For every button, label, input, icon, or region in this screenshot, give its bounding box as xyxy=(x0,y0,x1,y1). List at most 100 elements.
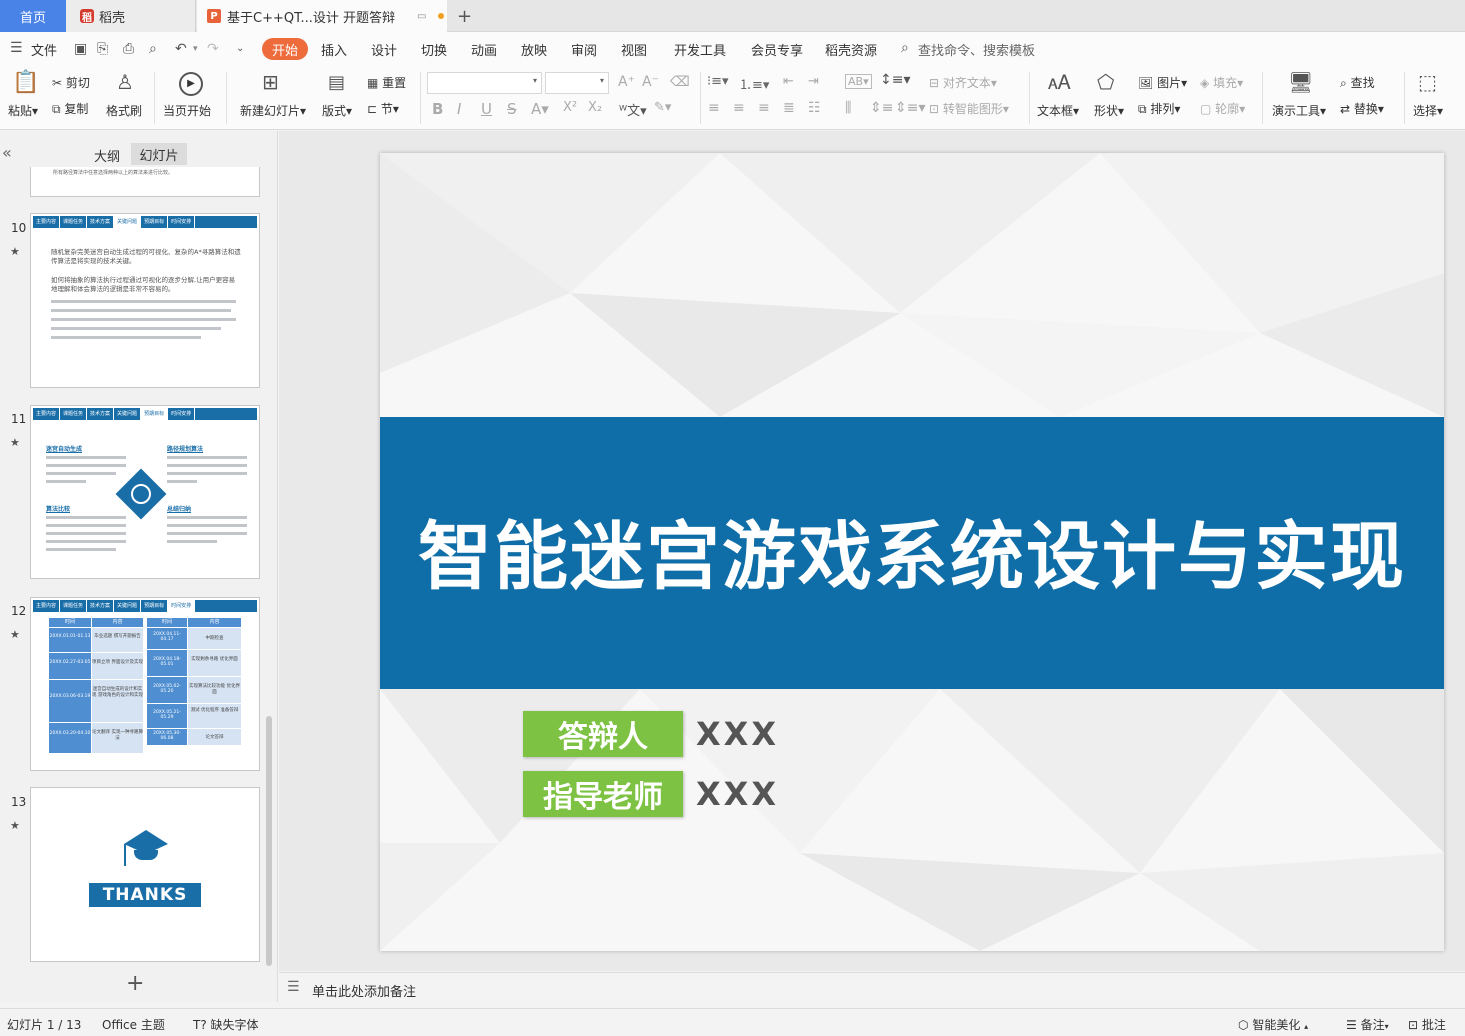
menu-file[interactable]: 文件 xyxy=(31,40,57,59)
tab-slides[interactable]: 幻灯片 xyxy=(131,143,187,165)
shape-icon[interactable]: ⬠ xyxy=(1097,70,1114,94)
decrease-indent-icon[interactable]: ⇤ xyxy=(783,74,794,89)
text-align-button[interactable]: ⊟ 对齐文本▾ xyxy=(929,74,997,91)
menu-view[interactable]: 视图 xyxy=(621,40,647,59)
copy-button[interactable]: ⧉ 复制 xyxy=(52,100,88,117)
increase-font-icon[interactable]: A⁺ xyxy=(618,74,635,90)
subscript-icon[interactable]: X₂ xyxy=(588,100,602,115)
outline-button[interactable]: ▢ 轮廓▾ xyxy=(1200,100,1245,117)
slide-thumb-11[interactable]: 主要内容 课题任务 技术方案 关键问题 预期目标 时间安排 迷宫自动生成 路径规划算法 算… xyxy=(30,405,260,579)
columns-icon[interactable]: ⫼ xyxy=(845,100,851,116)
tab-outline[interactable]: 大纲 xyxy=(94,146,120,165)
theme-name[interactable]: Office 主题 xyxy=(102,1016,165,1033)
play-current-button[interactable]: 当页开始 xyxy=(163,102,211,119)
font-color-icon[interactable]: A▾ xyxy=(531,100,549,118)
menu-review[interactable]: 审阅 xyxy=(571,40,597,59)
section-button[interactable]: ⊏ 节▾ xyxy=(367,100,399,117)
menu-transition[interactable]: 切换 xyxy=(421,40,447,59)
notes-placeholder[interactable]: 单击此处添加备注 xyxy=(312,981,416,1000)
arrange-button[interactable]: ⧉ 排列▾ xyxy=(1138,100,1180,117)
hamburger-icon[interactable]: ☰ xyxy=(10,40,23,56)
increase-indent-icon[interactable]: ⇥ xyxy=(808,74,819,89)
menu-member[interactable]: 会员专享 xyxy=(751,40,803,59)
replace-button[interactable]: ⇄ 替换▾ xyxy=(1340,100,1384,117)
export-icon[interactable]: ⎘ xyxy=(97,41,108,57)
menu-insert[interactable]: 插入 xyxy=(321,40,347,59)
slide-1[interactable]: 智能迷宫游戏系统设计与实现 答辩人 XXX 指导老师 XXX xyxy=(380,153,1444,951)
print-preview-icon[interactable]: ⌕ xyxy=(149,41,157,57)
paste-icon[interactable]: 📋 xyxy=(12,70,39,95)
font-size-select[interactable]: ▾ xyxy=(545,72,609,94)
numbering-icon[interactable]: ⒈≡▾ xyxy=(739,74,769,93)
paragraph-options-icon[interactable]: ⇕≡▾ xyxy=(895,100,926,116)
play-icon[interactable]: ▶ xyxy=(179,72,203,96)
strikethrough-icon[interactable]: S xyxy=(507,100,517,118)
layout-button[interactable]: 版式▾ xyxy=(322,102,352,119)
superscript-icon[interactable]: X² xyxy=(563,100,577,115)
line-spacing-icon[interactable]: ↕≡▾ xyxy=(880,72,911,88)
menu-docer-resources[interactable]: 稻壳资源 xyxy=(825,40,877,59)
monitor-icon[interactable]: ▭ xyxy=(417,11,426,22)
slide-thumb-13[interactable]: THANKS xyxy=(30,787,260,962)
print-icon[interactable]: ⎙ xyxy=(123,41,134,57)
cut-button[interactable]: ✂ 剪切 xyxy=(52,74,90,91)
menu-animation[interactable]: 动画 xyxy=(471,40,497,59)
align-right-icon[interactable]: ≡ xyxy=(758,100,770,116)
shape-button[interactable]: 形状▾ xyxy=(1094,102,1124,119)
bullets-icon[interactable]: ⁝≡▾ xyxy=(707,74,729,89)
align-center-icon[interactable]: ≡ xyxy=(733,100,745,116)
select-button[interactable]: 选择▾ xyxy=(1413,102,1443,119)
slide-thumb-12[interactable]: 主要内容 课题任务 技术方案 关键问题 预期目标 时间安排 时间 内容 20XX.01.0… xyxy=(30,597,260,771)
distribute-icon[interactable]: ☷ xyxy=(808,100,821,116)
comments-button[interactable]: ⊡ 批注 xyxy=(1408,1016,1446,1033)
slide-thumb-10[interactable]: 主要内容 课题任务 技术方案 关键问题 预期目标 时间安排 随机复杂完美迷宫自动生成过程的… xyxy=(30,213,260,388)
present-tools-button[interactable]: 演示工具▾ xyxy=(1272,102,1326,119)
panel-scrollbar[interactable] xyxy=(266,716,272,966)
tab-docer[interactable]: 稻 稻壳 xyxy=(66,0,196,32)
format-painter-icon[interactable]: ♙ xyxy=(116,70,134,94)
fill-button[interactable]: ◈ 填充▾ xyxy=(1200,74,1243,91)
bold-icon[interactable]: B xyxy=(432,100,443,118)
command-search[interactable]: 查找命令、搜索模板 xyxy=(918,40,1035,59)
customize-dropdown-icon[interactable]: ⌄ xyxy=(236,43,244,54)
decrease-font-icon[interactable]: A⁻ xyxy=(642,74,659,90)
find-button[interactable]: ⌕ 查找 xyxy=(1340,74,1375,91)
missing-fonts-button[interactable]: T? 缺失字体 xyxy=(193,1016,259,1033)
save-icon[interactable]: ▣ xyxy=(74,41,87,57)
phonetic-icon[interactable]: ᵂ文▾ xyxy=(619,100,647,119)
new-slide-button[interactable]: 新建幻灯片▾ xyxy=(240,102,306,119)
notes-toggle-button[interactable]: ☰ 备注▾ xyxy=(1346,1016,1389,1033)
notes-bar[interactable]: ☰ 单击此处添加备注 xyxy=(279,972,1465,1002)
paste-button[interactable]: 粘贴▾ xyxy=(8,102,38,119)
text-box-icon[interactable]: 🗚 xyxy=(1048,70,1071,94)
layout-icon[interactable]: ▤ xyxy=(328,72,345,93)
paragraph-spacing-icon[interactable]: ⇕≡ xyxy=(870,100,893,116)
presenter-name[interactable]: XXX xyxy=(696,715,779,753)
italic-icon[interactable]: I xyxy=(457,100,461,118)
new-tab-button[interactable]: + xyxy=(457,0,475,32)
beautify-button[interactable]: ⬡ 智能美化 ▴ xyxy=(1238,1016,1308,1033)
picture-button[interactable]: 🖼 图片▾ xyxy=(1138,74,1187,91)
font-name-select[interactable]: ▾ xyxy=(427,72,542,94)
text-direction-icon[interactable]: AB▾ xyxy=(845,74,872,89)
format-painter-button[interactable]: 格式刷 xyxy=(106,102,142,119)
collapse-panel-icon[interactable]: « xyxy=(2,143,12,162)
menu-start[interactable]: 开始 xyxy=(262,38,308,60)
highlight-icon[interactable]: ✎▾ xyxy=(654,100,671,115)
add-slide-button[interactable]: + xyxy=(126,971,144,996)
new-slide-icon[interactable]: ⊞ xyxy=(262,70,279,94)
undo-icon[interactable]: ↶ xyxy=(175,41,187,57)
menu-developer[interactable]: 开发工具 xyxy=(674,40,726,59)
clear-format-icon[interactable]: ⌫ xyxy=(670,74,690,90)
select-icon[interactable]: ⬚ xyxy=(1418,70,1437,94)
undo-dropdown-icon[interactable]: ▾ xyxy=(193,44,198,54)
present-tools-icon[interactable]: 🖥 xyxy=(1288,70,1313,94)
text-box-button[interactable]: 文本框▾ xyxy=(1037,102,1079,119)
menu-slideshow[interactable]: 放映 xyxy=(521,40,547,59)
tab-document[interactable]: P 基于C++QT...设计 开题答辩 ▭ xyxy=(197,0,447,32)
menu-design[interactable]: 设计 xyxy=(371,40,397,59)
tab-home[interactable]: 首页 xyxy=(0,0,66,32)
slide-thumb-9[interactable]: 所有路径算法中任意选择两种以上的算法来进行比较。 xyxy=(30,167,260,197)
reset-button[interactable]: ▦ 重置 xyxy=(367,74,406,91)
slide-title[interactable]: 智能迷宫游戏系统设计与实现 xyxy=(380,497,1444,604)
